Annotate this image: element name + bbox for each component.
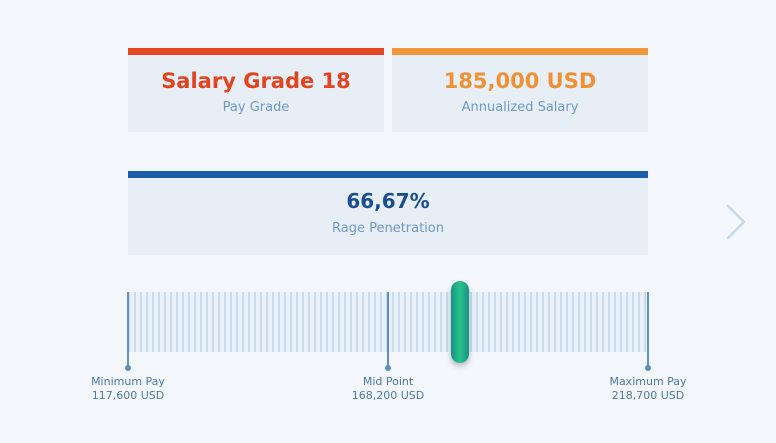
mid-point-scale-label: Mid Point 168,200 USD: [328, 375, 448, 403]
pay-grade-value: Salary Grade 18: [161, 69, 351, 93]
range-penetration-handle[interactable]: [451, 281, 469, 363]
annualized-salary-value: 185,000 USD: [443, 69, 597, 93]
range-penetration-label: Rage Penetration: [331, 221, 445, 236]
annualized-salary-label: Annualized Salary: [461, 100, 579, 115]
pay-grade-accent-bar: [128, 48, 384, 55]
pay-grade-label: Pay Grade: [222, 100, 290, 115]
minimum-pay-marker: [125, 292, 131, 371]
mid-point-value: 168,200 USD: [351, 389, 425, 402]
mid-point-label: Mid Point: [362, 375, 414, 388]
minimum-pay-label: Minimum Pay: [91, 375, 165, 388]
pay-grade-card: Salary Grade 18 Pay Grade: [128, 48, 384, 132]
minimum-pay-value: 117,600 USD: [91, 389, 165, 402]
annualized-salary-card: 185,000 USD Annualized Salary: [392, 48, 648, 132]
maximum-pay-value: 218,700 USD: [611, 389, 685, 402]
mid-point-marker: [385, 292, 391, 371]
minimum-pay-scale-label: Minimum Pay 117,600 USD: [68, 375, 188, 403]
maximum-pay-scale-label: Maximum Pay 218,700 USD: [588, 375, 708, 403]
chevron-right-icon[interactable]: [722, 200, 750, 244]
maximum-pay-label: Maximum Pay: [609, 375, 687, 388]
maximum-pay-marker: [645, 292, 651, 371]
range-penetration-card: 66,67% Rage Penetration: [128, 171, 648, 255]
range-penetration-accent-bar: [128, 171, 648, 178]
range-penetration-value: 66,67%: [346, 189, 430, 213]
annualized-salary-accent-bar: [392, 48, 648, 55]
